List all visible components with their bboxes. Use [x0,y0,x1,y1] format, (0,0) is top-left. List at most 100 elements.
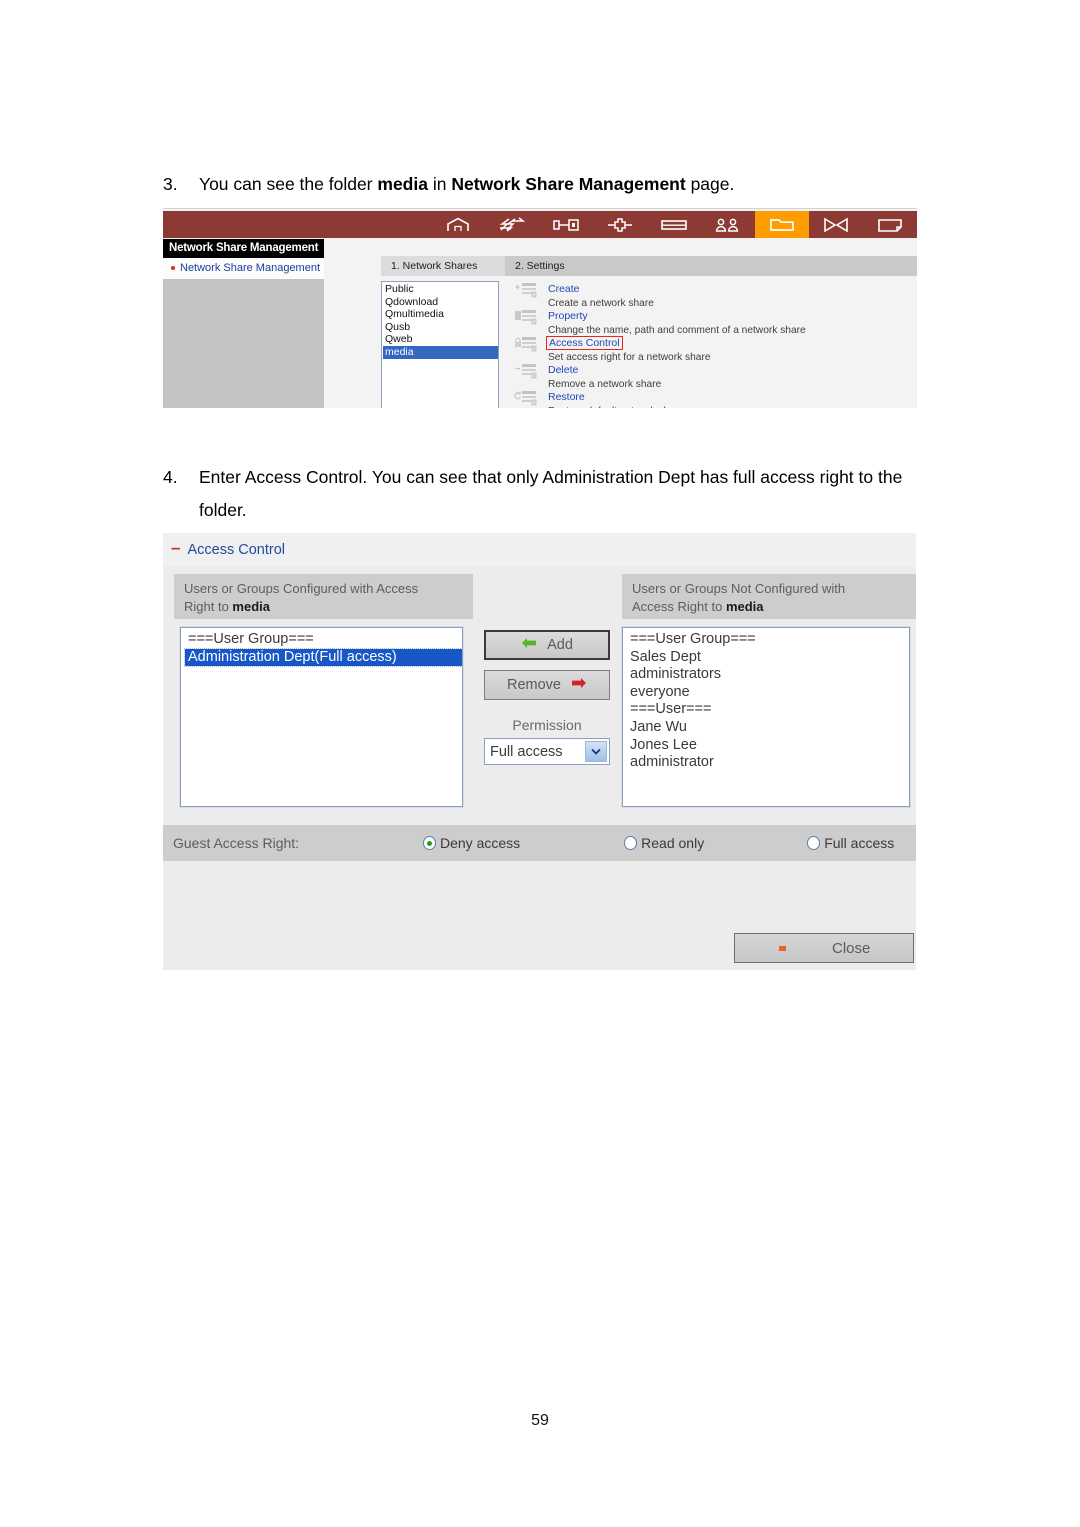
chevron-down-icon[interactable] [585,741,607,762]
disk-config-icon[interactable] [539,211,593,238]
radio-icon [807,836,821,850]
action-create-title[interactable]: Create [548,283,580,295]
left-panel-header-prefix: Right to [184,599,233,614]
manual-page: 3. You can see the folder media in Netwo… [0,0,1080,1527]
action-property-title[interactable]: Property [548,310,588,322]
step-3-part-1: media [377,174,428,194]
action-restore-text: Restore Restore default network shares [548,387,914,408]
list-item-selected[interactable]: media [383,345,498,359]
app-toolbar [163,211,917,238]
right-panel-header: Users or Groups Not Configured with Acce… [622,574,916,619]
list-item[interactable]: ===User=== [627,701,909,719]
step-4-number: 4. [163,467,178,487]
list-item[interactable]: ===User Group=== [185,631,462,649]
list-item-selected[interactable]: Administration Dept(Full access) [184,647,462,668]
action-restore[interactable]: Restore Restore default network shares [514,387,914,408]
left-panel-header-share: media [232,599,270,614]
sidebar-item-network-share-management[interactable]: Network Share Management [163,258,324,279]
close-button[interactable]: Close [734,933,914,963]
tab-bar: 1. Network Shares 2. Settings [381,256,917,276]
add-list-icon [514,279,540,304]
right-panel-header-share: media [725,599,764,614]
unconfigured-users-listbox[interactable]: ===User Group=== Sales Dept administrato… [621,626,911,808]
arrow-left-green-icon [521,637,537,653]
action-create[interactable]: Create Create a network share [514,279,914,309]
page-number: 59 [531,1412,549,1429]
list-item[interactable]: Public [383,283,498,296]
permission-label: Permission [512,717,582,733]
sidebar-title: Network Share Management [163,239,324,258]
radio-deny-access[interactable]: Deny access [423,835,520,851]
list-item[interactable]: administrators [627,666,909,684]
configured-users-listbox[interactable]: ===User Group=== Administration Dept(Ful… [179,626,464,808]
action-delete-title[interactable]: Delete [548,364,578,376]
action-list: Create Create a network share Property C… [514,279,914,408]
list-item[interactable]: Sales Dept [627,649,909,667]
network-share-management-screenshot: Network Share Management Network Share M… [163,208,917,408]
radio-full-access[interactable]: Full access [807,835,894,851]
list-item[interactable]: everyone [627,684,909,702]
add-button[interactable]: Add [484,630,610,660]
collapse-icon[interactable]: – [171,539,180,556]
guest-access-right-bar: Guest Access Right: Deny access Read onl… [163,825,916,861]
sidebar-item-label: Network Share Management [180,262,321,274]
step-3: 3. You can see the folder media in Netwo… [163,168,923,201]
tab-settings[interactable]: 2. Settings [505,256,575,276]
step-3-part-3: Network Share Management [451,174,686,194]
access-control-screenshot: – Access Control Users or Groups Configu… [163,533,916,970]
remove-button[interactable]: Remove [484,670,610,700]
step-4: 4. Enter Access Control. You can see tha… [163,461,915,527]
radio-full-access-label: Full access [824,835,895,851]
action-delete[interactable]: Delete Remove a network share [514,360,914,390]
transfer-controls: Add Remove Permission Full access [474,627,620,817]
step-3-text: You can see the folder media in Network … [199,168,923,201]
server-icon[interactable] [647,211,701,238]
list-item[interactable]: Jones Lee [627,737,909,755]
tab-network-shares[interactable]: 1. Network Shares [381,256,505,276]
guest-access-right-label: Guest Access Right: [173,835,300,851]
list-item[interactable]: Qusb [383,321,498,334]
radio-read-only[interactable]: Read only [624,835,704,851]
arrow-right-red-icon [571,677,587,693]
action-restore-desc: Restore default network shares [548,405,914,408]
close-icon [779,945,786,951]
folder-icon[interactable] [755,211,809,238]
permission-select-value: Full access [490,743,563,760]
remove-button-label: Remove [507,677,561,693]
note-icon[interactable] [863,211,917,238]
step-4-text: Enter Access Control. You can see that o… [199,467,903,520]
bullet-icon [171,266,175,270]
list-item[interactable]: Qmultimedia [383,308,498,321]
close-button-label: Close [832,939,871,957]
list-item[interactable]: Qdownload [383,296,498,309]
left-panel-header-line1: Users or Groups Configured with Access [184,581,419,596]
action-property[interactable]: Property Change the name, path and comme… [514,306,914,336]
document-list-icon [514,306,540,331]
add-button-label: Add [547,637,573,653]
permission-select[interactable]: Full access [484,738,610,765]
radio-icon [624,836,638,850]
radio-read-only-label: Read only [641,835,705,851]
access-control-header: – Access Control [163,533,916,566]
remove-list-icon [514,360,540,385]
list-item[interactable]: administrator [627,754,909,772]
left-panel-header-line2: Right to media [184,598,464,616]
action-restore-title[interactable]: Restore [548,391,585,403]
network-lightning-icon[interactable] [485,211,539,238]
right-panel-header-line2: Access Right to media [632,598,907,616]
restore-list-icon [514,387,540,408]
home-icon[interactable] [431,211,485,238]
network-share-list[interactable]: Public Qdownload Qmultimedia Qusb Qweb m… [381,281,499,408]
radio-deny-access-label: Deny access [440,835,521,851]
list-item[interactable]: ===User Group=== [627,631,909,649]
step-3-part-4: page. [685,174,735,194]
list-item[interactable]: Qweb [383,333,498,346]
backup-icon[interactable] [809,211,863,238]
users-icon[interactable] [701,211,755,238]
list-item[interactable]: Jane Wu [627,719,909,737]
device-config-icon[interactable] [593,211,647,238]
right-panel-header-prefix: Access Right to [632,599,726,614]
step-3-part-2: in [427,174,452,194]
action-access-control[interactable]: Access Control Set access right for a ne… [514,333,914,363]
action-access-control-title[interactable]: Access Control [546,336,623,350]
